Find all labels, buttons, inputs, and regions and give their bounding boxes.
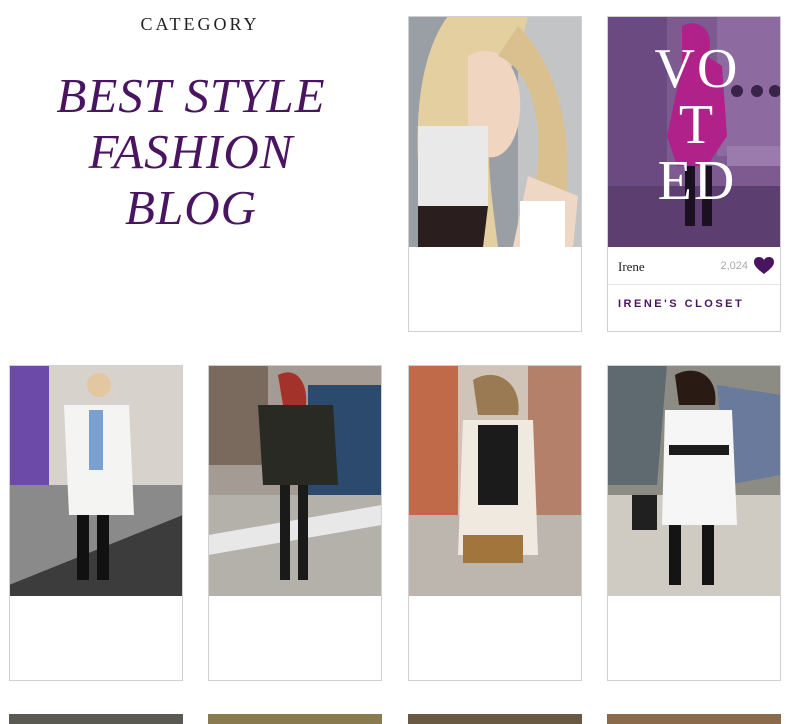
post-photo[interactable]: [10, 366, 182, 596]
post-card-partial[interactable]: [9, 714, 183, 724]
post-card-partial[interactable]: [208, 714, 382, 724]
post-photo[interactable]: [608, 366, 780, 596]
post-photo[interactable]: [409, 17, 581, 247]
post-card-partial[interactable]: [607, 714, 781, 724]
post-card[interactable]: [408, 365, 582, 681]
post-card[interactable]: [408, 16, 582, 332]
post-photo[interactable]: [409, 366, 581, 596]
post-photo[interactable]: [209, 366, 381, 596]
title-line-2: FASHION: [88, 124, 294, 179]
voted-overlay: VO T ED: [637, 41, 757, 209]
heart-icon[interactable]: [754, 257, 774, 275]
post-info-row: Irene 2,024: [608, 247, 780, 285]
page-title: BEST STYLE FASHION BLOG: [30, 68, 352, 236]
title-line-3: BLOG: [125, 180, 257, 235]
post-card[interactable]: [9, 365, 183, 681]
featured-post-card[interactable]: VO T ED Irene 2,024 IRENE'S CLOSET: [607, 16, 781, 332]
post-card[interactable]: [607, 365, 781, 681]
title-line-1: BEST STYLE: [56, 68, 326, 123]
author-name[interactable]: Irene: [618, 259, 645, 275]
category-label: CATEGORY: [140, 14, 260, 34]
like-count: 2,024: [720, 260, 748, 272]
voted-line-3: ED: [657, 150, 737, 212]
featured-post-photo[interactable]: VO T ED: [608, 17, 780, 247]
post-card[interactable]: [208, 365, 382, 681]
post-card-partial[interactable]: [408, 714, 582, 724]
closet-link[interactable]: IRENE'S CLOSET: [618, 298, 744, 310]
voted-line-1: VO: [654, 38, 740, 100]
voted-line-2: T: [678, 94, 716, 156]
